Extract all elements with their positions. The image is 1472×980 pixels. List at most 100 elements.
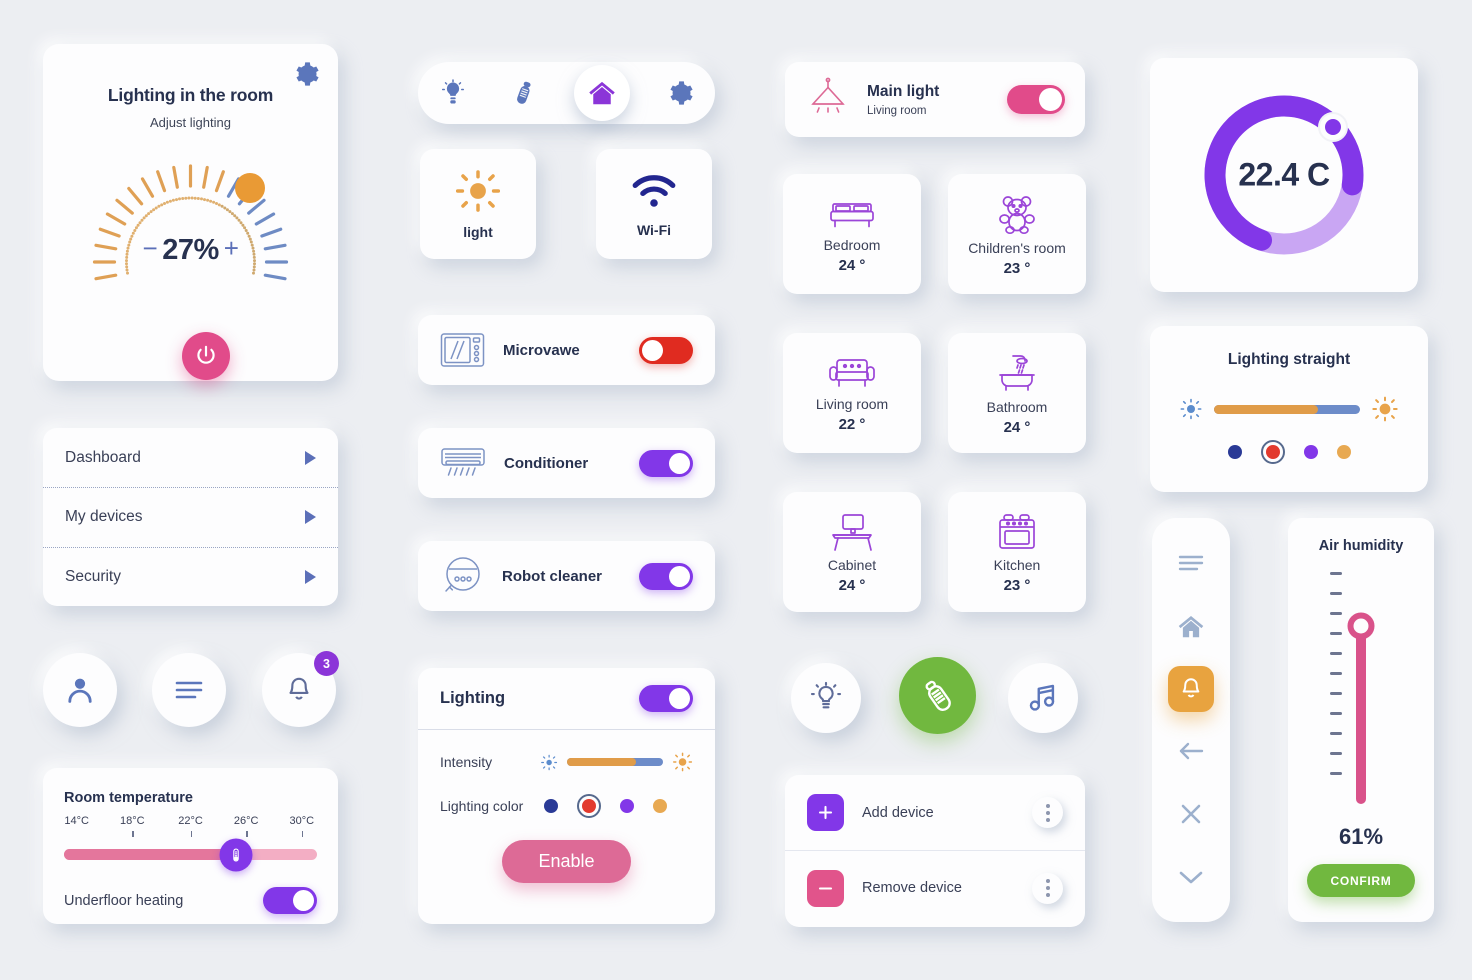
chevron-down-icon (1179, 871, 1203, 883)
increase-button[interactable]: + (219, 233, 244, 263)
home-icon (589, 81, 615, 105)
room-temp: 24 ° (838, 256, 866, 274)
mode-music-button[interactable] (1008, 663, 1078, 733)
intensity-label: Intensity (440, 754, 493, 770)
intensity-row: Intensity (418, 751, 715, 773)
humidity-bar (1356, 626, 1366, 804)
room-name: Cabinet (827, 556, 877, 573)
room-card-kitchen[interactable]: Kitchen 23 ° (948, 492, 1086, 612)
avatar-button[interactable] (43, 653, 117, 727)
sun-big-icon (672, 752, 692, 772)
intensity-slider[interactable] (566, 758, 663, 766)
underfloor-heating-toggle[interactable] (263, 887, 317, 914)
hamburger-button[interactable] (152, 653, 226, 727)
bulb-icon (442, 79, 465, 104)
room-card-cabinet[interactable]: Cabinet 24 ° (783, 492, 921, 612)
humidity-scale (1330, 572, 1342, 792)
sidebar-item-label: My devices (65, 508, 143, 526)
sidebar-item-label: Dashboard (65, 448, 141, 466)
sidebar-item-security[interactable]: Security (43, 546, 338, 606)
kebab-icon[interactable] (1032, 872, 1063, 904)
lighting-color-label: Lighting color (440, 798, 524, 814)
color-swatch-purple[interactable] (620, 799, 634, 813)
add-device-row[interactable]: Add device (785, 775, 1085, 850)
nav-item-settings[interactable] (659, 72, 701, 114)
sidebar-item-my-devices[interactable]: My devices (43, 487, 338, 546)
color-swatch-purple[interactable] (1303, 445, 1318, 459)
hamburger-icon (1178, 556, 1204, 571)
bottle-icon (517, 81, 531, 104)
main-light-subtitle: Living room (867, 104, 927, 117)
gear-icon[interactable] (292, 60, 320, 93)
notifications-button[interactable]: 3 (262, 651, 339, 727)
microwave-icon (440, 333, 485, 367)
device-label: Robot cleaner (502, 567, 603, 585)
temperature-slider[interactable] (64, 838, 317, 871)
room-name: Kitchen (993, 556, 1041, 573)
nav-item-bottle[interactable] (503, 72, 545, 114)
intensity-slider-fill (566, 758, 637, 766)
sun-icon (456, 169, 500, 212)
temperature-gauge-value: 22.4 C (1238, 156, 1330, 193)
tile-wifi[interactable]: Wi-Fi (596, 149, 712, 259)
robot-cleaner-toggle[interactable] (639, 562, 693, 590)
mode-bottle-button[interactable] (899, 657, 976, 734)
temperature-gauge-card: 22.4 C (1150, 58, 1418, 292)
humidity-knob[interactable] (1347, 612, 1375, 640)
tile-light[interactable]: light (420, 149, 536, 259)
power-button[interactable] (182, 332, 230, 380)
color-swatch-orange[interactable] (653, 799, 667, 813)
kebab-icon[interactable] (1032, 797, 1063, 828)
temperature-slider-knob[interactable] (219, 838, 253, 871)
sidebar-notifications-button[interactable] (1168, 665, 1214, 712)
room-name: Living room (815, 395, 889, 412)
confirm-button[interactable]: CONFIRM (1307, 864, 1415, 897)
lighting-power-toggle[interactable] (639, 685, 693, 712)
color-swatch-orange[interactable] (1336, 445, 1351, 459)
room-card-bedroom[interactable]: Bedroom 24 ° (783, 174, 921, 294)
tile-label: light (463, 223, 493, 240)
music-note-icon (1029, 684, 1055, 711)
arrow-left-icon (1179, 743, 1204, 760)
color-swatch-red-selected[interactable] (1260, 440, 1285, 464)
enable-button[interactable]: Enable (502, 840, 631, 883)
triangle-right-icon (305, 450, 316, 465)
main-light-toggle[interactable] (1007, 85, 1065, 114)
gear-icon (670, 81, 693, 105)
nav-item-home[interactable] (573, 65, 630, 121)
temp-tick: 14°C (64, 815, 89, 827)
nav-item-bulb[interactable] (432, 72, 474, 114)
conditioner-toggle[interactable] (639, 449, 693, 477)
room-card-childrens-room[interactable]: Children's room 23 ° (948, 174, 1086, 294)
lighting-straight-slider[interactable] (1214, 404, 1360, 414)
minus-icon (807, 869, 844, 907)
main-light-row: Main light Living room (785, 62, 1085, 137)
air-humidity-slider[interactable] (1288, 564, 1434, 826)
room-temp: 23 ° (1003, 576, 1031, 594)
device-row-conditioner: Conditioner (418, 428, 715, 498)
sidebar-item-dashboard[interactable]: Dashboard (43, 428, 338, 487)
remove-device-row[interactable]: Remove device (785, 850, 1085, 925)
mode-bulb-button[interactable] (791, 663, 861, 733)
add-device-label: Add device (862, 804, 934, 821)
sidebar-back-button[interactable] (1168, 728, 1214, 774)
color-swatch-navy[interactable] (544, 799, 558, 813)
sidebar-close-button[interactable] (1168, 791, 1214, 837)
color-swatch-red-selected[interactable] (577, 794, 601, 818)
air-humidity-value: 61% (1338, 824, 1384, 849)
sidebar-collapse-button[interactable] (1168, 854, 1214, 900)
microwave-toggle[interactable] (639, 336, 693, 364)
room-card-bathroom[interactable]: Bathroom 24 ° (948, 333, 1086, 453)
sidebar-hamburger-button[interactable] (1168, 540, 1214, 586)
main-light-title: Main light (867, 82, 940, 100)
lighting-color-row: Lighting color (418, 794, 715, 818)
room-temp: 23 ° (1003, 259, 1031, 277)
temperature-scale: 14°C 18°C 22°C 26°C 30°C (64, 815, 317, 849)
brightness-dial[interactable]: −27% + (43, 140, 338, 315)
room-card-living-room[interactable]: Living room 22 ° (783, 333, 921, 453)
temp-tick: 18°C (120, 815, 145, 827)
air-humidity-card: Air humidity 61% CONFIRM (1288, 518, 1434, 922)
color-swatch-navy[interactable] (1227, 445, 1242, 459)
decrease-button[interactable]: − (138, 233, 163, 263)
sidebar-home-button[interactable] (1168, 603, 1214, 649)
